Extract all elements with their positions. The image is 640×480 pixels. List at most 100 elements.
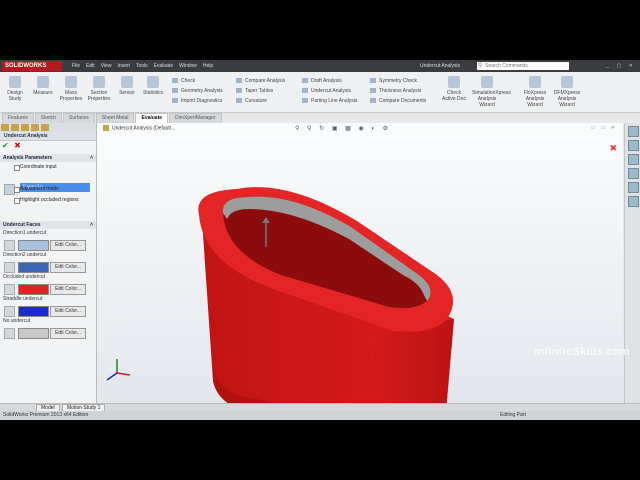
solidworks-resources-icon[interactable] (627, 126, 639, 137)
adjustment-mode-option[interactable]: Adjustment mode (0, 184, 96, 195)
checkbox[interactable] (14, 198, 20, 204)
curvature-button[interactable]: Curvature (236, 96, 285, 106)
menu-insert[interactable]: Insert (117, 60, 130, 72)
color-swatch (18, 262, 49, 273)
direction1-undercut-row: Edit Color... (0, 238, 96, 251)
direction2-undercut-label: Direction2 undercut (3, 252, 47, 258)
measure-button[interactable]: Measure (30, 76, 56, 96)
collapse-icon: ˄ (90, 155, 93, 161)
face-visibility-icon[interactable] (4, 306, 15, 317)
command-manager-ribbon: Design Study Measure Mass Properties Sec… (0, 72, 640, 113)
configuration-icon[interactable] (21, 124, 29, 131)
analysis-parameters-body: Coordinate input Face<1> Adjustment mode… (0, 162, 96, 218)
mass-properties-button[interactable]: Mass Properties (58, 76, 84, 102)
menu-tools[interactable]: Tools (136, 60, 148, 72)
face-visibility-icon[interactable] (4, 240, 15, 251)
edit-color-button[interactable]: Edit Color... (50, 262, 86, 273)
taper-tables-button[interactable]: Taper Tables (236, 86, 285, 96)
analysis-parameters-header[interactable]: Analysis Parameters ˄ (0, 154, 96, 162)
statistics-button[interactable]: Statistics (140, 76, 166, 96)
status-mode: Editing Part (500, 412, 526, 418)
search-placeholder: Search Commands (485, 63, 528, 69)
window-controls[interactable]: _ ▢ ✕ (607, 60, 636, 72)
menu-evaluate[interactable]: Evaluate (154, 60, 173, 72)
menu-file[interactable]: File (72, 60, 80, 72)
face-visibility-icon[interactable] (4, 284, 15, 295)
file-explorer-icon[interactable] (627, 154, 639, 165)
display-manager-icon[interactable] (41, 124, 49, 131)
color-swatch (18, 306, 49, 317)
checkbox[interactable] (14, 187, 20, 193)
ribbon-group-compare: Compare Analysis Taper Tables Curvature (236, 76, 285, 106)
appearances-icon[interactable] (627, 182, 639, 193)
check-active-doc-button[interactable]: Check Active Doc (440, 76, 468, 102)
watermark: InfiniteSkills.com (534, 346, 630, 358)
design-library-icon[interactable] (627, 140, 639, 151)
menu-bar: SOLIDWORKS File Edit View Insert Tools E… (0, 60, 640, 72)
tub-model (198, 187, 454, 403)
triad-axes-icon (106, 359, 131, 381)
highlight-occluded-option[interactable]: Highlight occluded regions (0, 195, 96, 206)
menu-edit[interactable]: Edit (86, 60, 95, 72)
color-swatch (18, 328, 49, 339)
solidworks-logo: SOLIDWORKS (2, 61, 62, 71)
design-study-label: Design Study (7, 90, 23, 102)
sensor-label: Sensor (119, 90, 135, 96)
check-button[interactable]: Check (172, 76, 223, 86)
compare-documents-button[interactable]: Compare Documents (370, 96, 426, 106)
measure-icon (37, 76, 49, 88)
check-active-doc-label: Check Active Doc (442, 90, 466, 102)
design-study-button[interactable]: Design Study (2, 76, 28, 102)
mass-properties-icon (65, 76, 77, 88)
compare-analysis-button[interactable]: Compare Analysis (236, 76, 285, 86)
parting-line-analysis-button[interactable]: Parting Line Analysis (302, 96, 357, 106)
undercut-faces-header[interactable]: Undercut Faces ˄ (0, 221, 96, 229)
menu-window[interactable]: Window (179, 60, 197, 72)
search-icon: ⚲ (478, 63, 483, 69)
menu-list: File Edit View Insert Tools Evaluate Win… (72, 60, 213, 72)
task-pane-tabs (624, 123, 640, 403)
direction2-undercut-row: Edit Color... (0, 260, 96, 273)
ok-check-icon[interactable]: ✔ (2, 141, 9, 150)
measure-label: Measure (33, 90, 53, 96)
geometry-analysis-button[interactable]: Geometry Analysis (172, 86, 223, 96)
property-manager-panel: Undercut Analysis ✔ ✖ Analysis Parameter… (0, 123, 97, 403)
coordinate-input-option[interactable]: Coordinate input (0, 162, 96, 173)
checkbox[interactable] (14, 165, 20, 171)
property-manager-icon[interactable] (11, 124, 19, 131)
ok-cancel-row: ✔ ✖ (0, 141, 96, 151)
floxpress-button[interactable]: FloXpress Analysis Wizard (520, 76, 550, 108)
feature-tree-icon[interactable] (1, 124, 9, 131)
undercut-analysis-button[interactable]: Undercut Analysis (302, 86, 357, 96)
undercut-faces-list: Direction1 undercut Edit Color... Direct… (0, 229, 96, 339)
edit-color-button[interactable]: Edit Color... (50, 306, 86, 317)
sensor-button[interactable]: Sensor (114, 76, 140, 96)
face-visibility-icon[interactable] (4, 328, 15, 339)
design-study-icon (9, 76, 21, 88)
dfmxpress-button[interactable]: DFMXpress Analysis Wizard (552, 76, 582, 108)
symmetry-check-button[interactable]: Symmetry Check (370, 76, 426, 86)
status-bar: SolidWorks Premium 2013 x64 Edition Edit… (0, 411, 640, 420)
check-active-doc-icon (448, 76, 460, 88)
occluded-undercut-label: Occluded undercut (3, 274, 45, 280)
face-visibility-icon[interactable] (4, 262, 15, 273)
floxpress-icon (529, 76, 541, 88)
import-diagnostics-button[interactable]: Import Diagnostics (172, 96, 223, 106)
cancel-x-icon[interactable]: ✖ (14, 141, 21, 150)
edit-color-button[interactable]: Edit Color... (50, 240, 86, 251)
menu-view[interactable]: View (101, 60, 112, 72)
draft-analysis-button[interactable]: Draft Analysis (302, 76, 357, 86)
section-properties-button[interactable]: Section Properties (86, 76, 112, 102)
simulationxpress-button[interactable]: SimulationXpress Analysis Wizard (472, 76, 511, 108)
edit-color-button[interactable]: Edit Color... (50, 284, 86, 295)
graphics-viewport[interactable]: Undercut Analysis (Default... ⚲ ⚲ ↻ ▣ ▦ … (97, 123, 623, 403)
panel-title: Undercut Analysis (0, 132, 96, 141)
menu-help[interactable]: Help (203, 60, 213, 72)
thickness-analysis-button[interactable]: Thickness Analysis (370, 86, 426, 96)
solidworks-window: SOLIDWORKS File Edit View Insert Tools E… (0, 60, 640, 420)
edit-color-button[interactable]: Edit Color... (50, 328, 86, 339)
search-commands-input[interactable]: ⚲ Search Commands (477, 62, 569, 70)
view-palette-icon[interactable] (627, 168, 639, 179)
dimxpert-icon[interactable] (31, 124, 39, 131)
custom-properties-icon[interactable] (627, 196, 639, 207)
